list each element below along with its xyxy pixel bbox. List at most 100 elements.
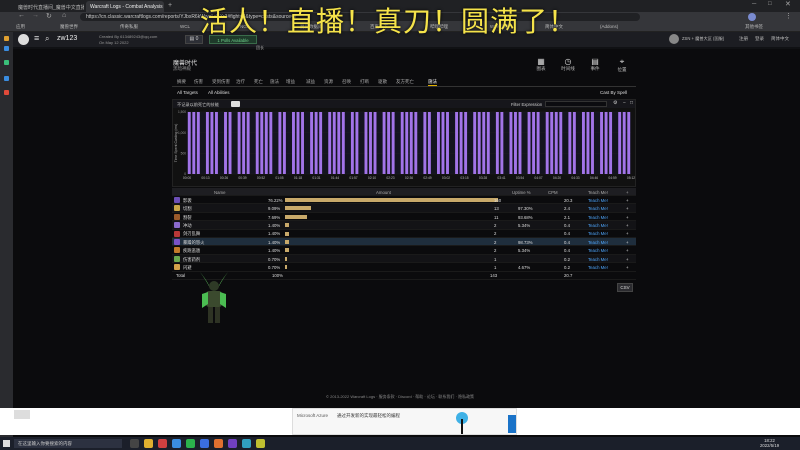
table-row[interactable]: 割裂 7.69% 11 93.68% 2.1 Teach Me! + bbox=[172, 213, 636, 222]
tab-casts-selected[interactable]: 施法 bbox=[428, 79, 437, 86]
csv-button[interactable]: CSV bbox=[617, 283, 633, 292]
tab-summary[interactable]: 摘要 bbox=[177, 79, 186, 85]
col-name-header[interactable]: Name bbox=[214, 190, 225, 195]
file-explorer-icon[interactable] bbox=[144, 439, 153, 448]
bookmark-item[interactable]: WCL bbox=[180, 24, 190, 29]
chart-toggle-button[interactable] bbox=[231, 101, 240, 107]
ability-name[interactable]: 割裂 bbox=[183, 215, 192, 221]
table-row[interactable]: 影袭 76.22% 160 20.3 Teach Me! + bbox=[172, 196, 636, 205]
teach-me-link[interactable]: Teach Me! bbox=[588, 198, 608, 203]
minimize-chart-icon[interactable]: − bbox=[623, 100, 626, 106]
bookmark-item[interactable]: 其他书签 bbox=[745, 24, 763, 30]
wcl-logo-icon[interactable] bbox=[18, 34, 29, 45]
settings-icon[interactable]: ⚙ bbox=[613, 100, 617, 106]
expand-row-button[interactable]: + bbox=[626, 240, 629, 245]
col-amount-header[interactable]: Amount bbox=[376, 190, 391, 195]
app-icon[interactable] bbox=[228, 439, 237, 448]
teach-me-link[interactable]: Teach Me! bbox=[588, 223, 608, 228]
targets-dropdown[interactable]: All Targets bbox=[177, 90, 198, 95]
language-select[interactable]: 简体中文 bbox=[771, 36, 789, 42]
ability-name[interactable]: 暴躁的怒火 bbox=[183, 240, 204, 246]
extension-icon[interactable] bbox=[4, 90, 9, 95]
nav-position-button[interactable]: ⌖ 位置 bbox=[609, 55, 635, 77]
table-row[interactable]: 闪避 0.70% 1 4.67% 0.2 Teach Me! + bbox=[172, 263, 636, 272]
teach-me-link[interactable]: Teach Me! bbox=[588, 240, 608, 245]
tab-buffs[interactable]: 增益 bbox=[286, 79, 295, 85]
tab-casts[interactable]: 施法 bbox=[270, 79, 279, 85]
ability-name[interactable]: 剑刃乱舞 bbox=[183, 231, 200, 237]
ad-cta-button[interactable] bbox=[508, 415, 516, 433]
tab-debuffs[interactable]: 减益 bbox=[306, 79, 315, 85]
expand-row-button[interactable]: + bbox=[626, 231, 629, 236]
bookmark-item[interactable]: 传奇私服 bbox=[120, 24, 138, 30]
register-link[interactable]: 注册 bbox=[739, 36, 748, 42]
col-uptime-header[interactable]: Uptime % bbox=[512, 190, 531, 195]
back-icon[interactable]: ← bbox=[18, 12, 25, 19]
expand-row-button[interactable]: + bbox=[626, 265, 629, 270]
windows-start-icon[interactable] bbox=[3, 440, 10, 447]
home-icon[interactable]: ⌂ bbox=[62, 12, 66, 19]
abilities-dropdown[interactable]: All Abilities bbox=[208, 90, 230, 95]
nav-events-button[interactable]: ▤ 事件 bbox=[582, 55, 608, 77]
bookmark-item[interactable]: 应用 bbox=[16, 24, 25, 30]
teach-me-link[interactable]: Teach Me! bbox=[588, 248, 608, 253]
chrome-icon[interactable] bbox=[172, 439, 181, 448]
teach-me-link[interactable]: Teach Me! bbox=[588, 215, 608, 220]
login-link[interactable]: 登录 bbox=[755, 36, 764, 42]
profile-avatar-icon[interactable] bbox=[748, 13, 756, 21]
expand-row-button[interactable]: + bbox=[626, 223, 629, 228]
app-icon[interactable] bbox=[242, 439, 251, 448]
tab-damage-taken[interactable]: 受到伤害 bbox=[212, 79, 230, 85]
app-icon[interactable] bbox=[214, 439, 223, 448]
browser-tab[interactable]: 魔兽时代直播间_魔兽中文直播平台 bbox=[14, 1, 84, 12]
bookmark-item[interactable]: 魔兽世界 bbox=[60, 24, 78, 30]
expand-row-button[interactable]: + bbox=[626, 198, 629, 203]
forward-icon[interactable]: → bbox=[32, 12, 39, 19]
ability-name[interactable]: 冲动 bbox=[183, 223, 192, 229]
teach-me-link[interactable]: Teach Me! bbox=[588, 206, 608, 211]
extension-icon[interactable] bbox=[4, 36, 9, 41]
table-row[interactable]: 冲动 1.40% 2 5.34% 0.4 Teach Me! + bbox=[172, 221, 636, 230]
nav-timeline-button[interactable]: ◷ 时间线 bbox=[555, 55, 581, 77]
ad-close-button[interactable] bbox=[14, 410, 30, 419]
ability-name[interactable]: 伤害药剂 bbox=[183, 257, 200, 263]
teach-me-link[interactable]: Teach Me! bbox=[588, 265, 608, 270]
tab-healing[interactable]: 治疗 bbox=[236, 79, 245, 85]
tab-friendly-deaths[interactable]: 友方死亡 bbox=[396, 79, 414, 85]
table-row[interactable]: 暴躁的怒火 1.40% 2 98.73% 0.4 Teach Me! + bbox=[172, 237, 636, 247]
ability-name[interactable]: 闪避 bbox=[183, 265, 192, 271]
ability-name[interactable]: 影袭 bbox=[183, 198, 192, 204]
expand-chart-icon[interactable]: □ bbox=[630, 100, 633, 106]
tab-dispels[interactable]: 驱散 bbox=[378, 79, 387, 85]
app-icon[interactable] bbox=[200, 439, 209, 448]
browser-tab-active[interactable]: Warcraft Logs - Combat Analysis for Warc… bbox=[86, 1, 164, 12]
app-icon[interactable] bbox=[256, 439, 265, 448]
azure-ad-banner[interactable]: Microsoft Azure 通过开发新的实现最轻松的编程 bbox=[292, 408, 517, 435]
realm-label[interactable]: ZSN + 魔兽大区 (国服) bbox=[682, 36, 724, 42]
teach-me-link[interactable]: Teach Me! bbox=[588, 231, 608, 236]
filter-expression-input[interactable] bbox=[545, 101, 607, 107]
bookmark-item[interactable]: (Addons) bbox=[600, 24, 618, 29]
expand-row-button[interactable]: + bbox=[626, 248, 629, 253]
col-cpm-header[interactable]: CPM bbox=[548, 190, 558, 195]
maximize-icon[interactable]: □ bbox=[768, 1, 772, 7]
teach-me-link[interactable]: Teach Me! bbox=[588, 257, 608, 262]
user-name[interactable]: zw123 bbox=[57, 35, 77, 42]
extension-icon[interactable] bbox=[4, 46, 9, 51]
table-row[interactable]: 切割 9.09% 13 97.30% 2.4 Teach Me! + bbox=[172, 204, 636, 213]
tab-damage-done[interactable]: 伤害 bbox=[194, 79, 203, 85]
tab-resources[interactable]: 资源 bbox=[324, 79, 333, 85]
extension-icon[interactable] bbox=[4, 76, 9, 81]
wechat-icon[interactable] bbox=[186, 439, 195, 448]
app-icon[interactable] bbox=[158, 439, 167, 448]
nav-charts-button[interactable]: ▦ 图表 bbox=[528, 55, 554, 77]
chart-mode-select[interactable]: 不记录以前死亡的技能 bbox=[177, 102, 219, 108]
table-row[interactable]: 剑刃乱舞 1.40% 2 0.4 Teach Me! + bbox=[172, 230, 636, 238]
search-icon[interactable]: ⌕ bbox=[45, 34, 49, 44]
extension-icon[interactable] bbox=[4, 60, 9, 65]
hamburger-icon[interactable]: ≡ bbox=[34, 33, 39, 43]
table-row[interactable]: 伤害药剂 0.70% 1 0.2 Teach Me! + bbox=[172, 254, 636, 264]
task-view-icon[interactable] bbox=[130, 439, 139, 448]
taskbar-clock[interactable]: 18:22 2022/5/19 bbox=[760, 438, 779, 448]
reload-icon[interactable]: ↻ bbox=[46, 12, 52, 20]
